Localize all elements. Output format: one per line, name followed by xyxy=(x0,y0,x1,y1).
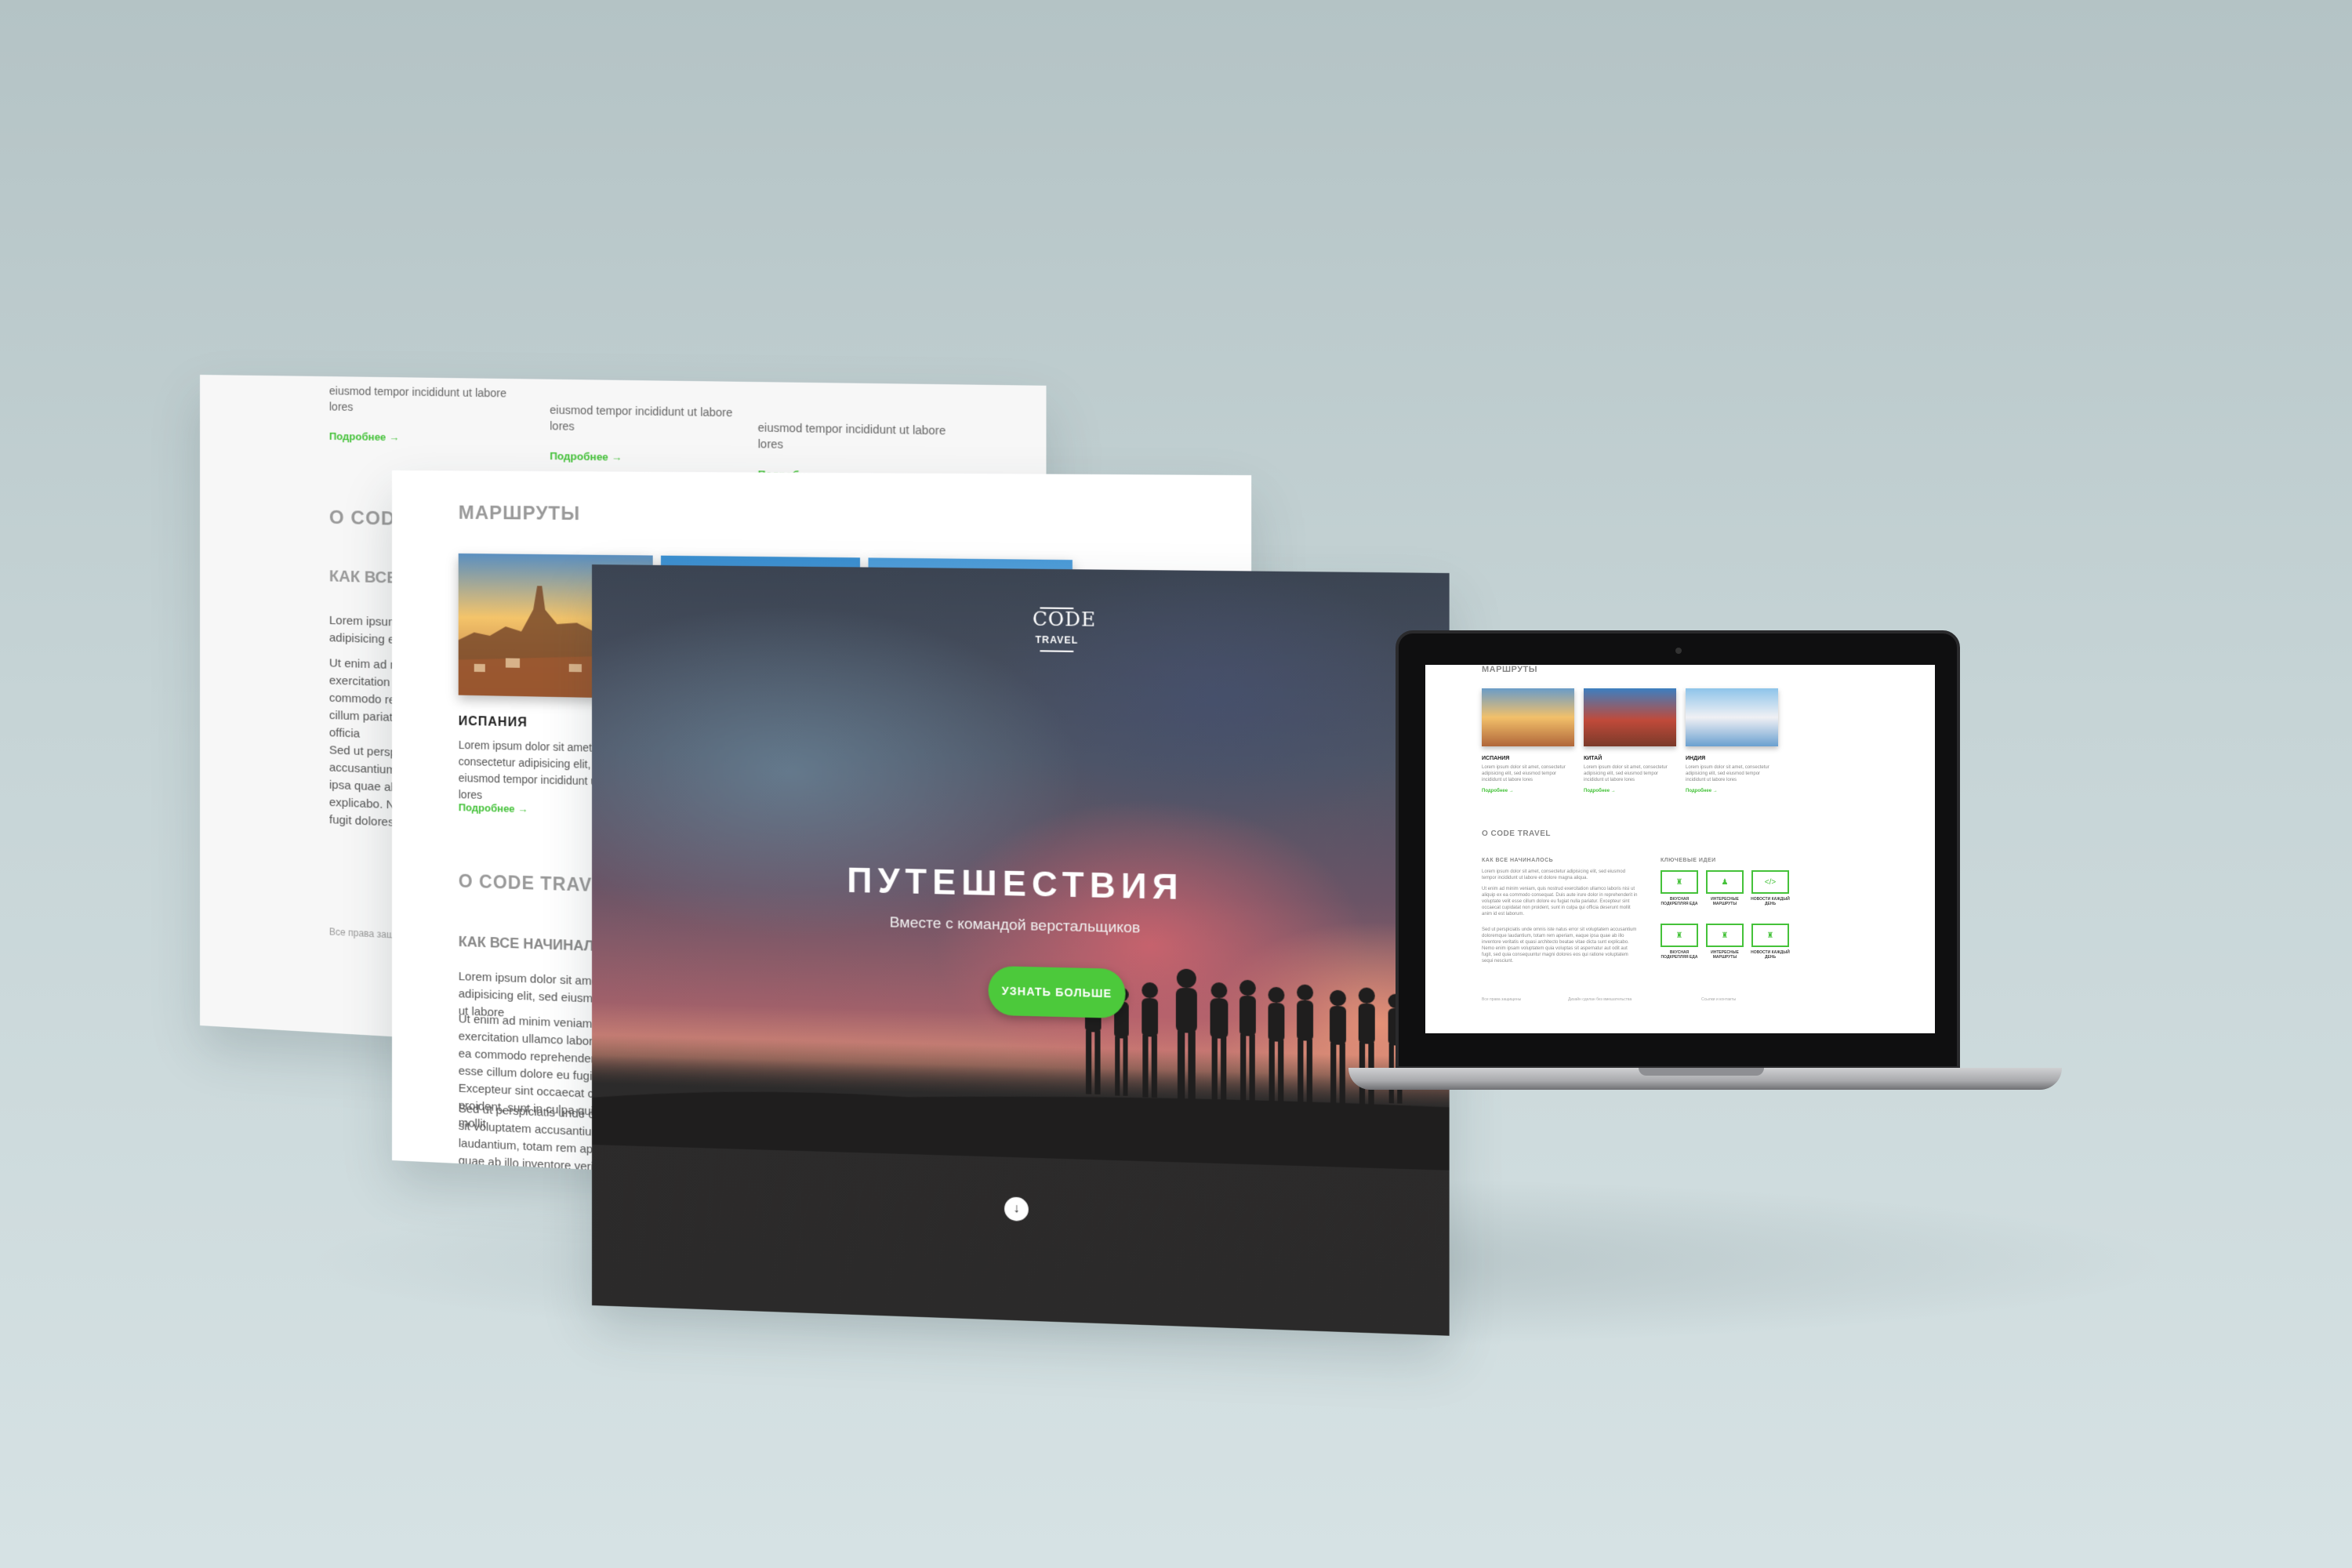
laptop-paragraph-1: Lorem ipsum dolor sit amet, consectetur … xyxy=(1482,869,1639,881)
idea-4-label: ВКУСНАЯ ПОДКРЕПЛЯЯ ЕДА xyxy=(1658,950,1700,960)
idea-6-label: НОВОСТИ КАЖДЫЙ ДЕНЬ xyxy=(1749,950,1791,960)
laptop-about-heading: О CODE TRAVEL xyxy=(1482,829,1551,838)
back-column-1-more-link[interactable]: Подробнее → xyxy=(329,430,399,444)
back-column-3-text: eiusmod tempor incididunt ut labore lore… xyxy=(758,419,962,456)
laptop-card-2-title: КИТАЙ xyxy=(1584,756,1602,761)
idea-4-cup-icon: ♜ xyxy=(1661,924,1698,947)
laptop-key-ideas-heading: КЛЮЧЕВЫЕ ИДЕИ xyxy=(1661,858,1716,863)
back-column-2-text: eiusmod tempor incididunt ut labore lore… xyxy=(550,401,748,437)
laptop-footer-contacts[interactable]: Ссылки и контакты xyxy=(1701,997,1736,1002)
back-column-1-text: eiusmod tempor incididunt ut labore lore… xyxy=(329,383,521,417)
scroll-down-icon[interactable]: ↓ xyxy=(1004,1196,1029,1221)
back-column-2-more-link[interactable]: Подробнее → xyxy=(550,450,622,463)
laptop-paragraph-3: Sed ut perspiciatis unde omnis iste natu… xyxy=(1482,927,1639,964)
laptop-camera xyxy=(1675,648,1682,654)
laptop-card-3-more-link[interactable]: Подробнее → xyxy=(1686,789,1718,793)
routes-heading: МАРШРУТЫ xyxy=(459,503,580,525)
back-how-heading: КАК ВСЕ xyxy=(329,568,397,588)
laptop-card-1-title: ИСПАНИЯ xyxy=(1482,756,1509,761)
laptop-india-photo[interactable] xyxy=(1686,688,1778,746)
idea-5-label: ИНТЕРЕСНЫЕ МАРШРУТЫ xyxy=(1704,950,1746,960)
idea-2-person-icon: ♟ xyxy=(1706,870,1744,894)
laptop-footer-design: Дизайн сделан без вмешательства xyxy=(1568,997,1632,1002)
laptop-card-1-text: Lorem ipsum dolor sit amet, consectetur … xyxy=(1482,764,1570,783)
laptop-paragraph-2: Ut enim ad minim veniam, quis nostrud ex… xyxy=(1482,886,1639,917)
laptop-screen: МАРШРУТЫ ИСПАНИЯ Lorem ipsum dolor sit a… xyxy=(1425,665,1935,1033)
spain-card-title: ИСПАНИЯ xyxy=(459,715,528,731)
laptop-card-1-more-link[interactable]: Подробнее → xyxy=(1482,789,1514,793)
idea-1-cup-icon: ♜ xyxy=(1661,870,1698,894)
laptop-routes-heading: МАРШРУТЫ xyxy=(1482,665,1537,674)
idea-1-label: ВКУСНАЯ ПОДКРЕПЛЯЯ ЕДА xyxy=(1658,897,1700,906)
learn-more-button[interactable]: УЗНАТЬ БОЛЬШЕ xyxy=(989,966,1126,1018)
spain-more-link[interactable]: Подробнее → xyxy=(459,801,528,815)
laptop-card-2-text: Lorem ipsum dolor sit amet, consectetur … xyxy=(1584,764,1671,783)
laptop-china-photo[interactable] xyxy=(1584,688,1676,746)
logo-code-text: CODE xyxy=(1033,608,1081,630)
laptop-how-heading: КАК ВСЕ НАЧИНАЛОСЬ xyxy=(1482,858,1553,863)
laptop-footer-copyright: Все права защищены xyxy=(1482,997,1521,1002)
idea-5-cup-icon: ♜ xyxy=(1706,924,1744,947)
hero-page-sheet: CODE TRAVEL ПУТЕШЕСТВИЯ Вместе с командо… xyxy=(592,564,1450,1336)
laptop-card-3-title: ИНДИЯ xyxy=(1686,756,1705,761)
laptop-mockup: МАРШРУТЫ ИСПАНИЯ Lorem ipsum dolor sit a… xyxy=(1396,630,1960,1069)
laptop-card-2-more-link[interactable]: Подробнее → xyxy=(1584,789,1616,793)
laptop-spain-photo[interactable] xyxy=(1482,688,1574,746)
laptop-card-3-text: Lorem ipsum dolor sit amet, consectetur … xyxy=(1686,764,1773,783)
laptop-base-notch xyxy=(1639,1068,1764,1076)
logo-travel-text: TRAVEL xyxy=(1033,634,1081,646)
idea-2-label: ИНТЕРЕСНЫЕ МАРШРУТЫ xyxy=(1704,897,1746,906)
code-travel-logo[interactable]: CODE TRAVEL xyxy=(1033,607,1081,652)
idea-6-cup-icon: ♜ xyxy=(1751,924,1789,947)
idea-3-code-icon: </> xyxy=(1751,870,1789,894)
idea-3-label: НОВОСТИ КАЖДЫЙ ДЕНЬ xyxy=(1749,897,1791,906)
